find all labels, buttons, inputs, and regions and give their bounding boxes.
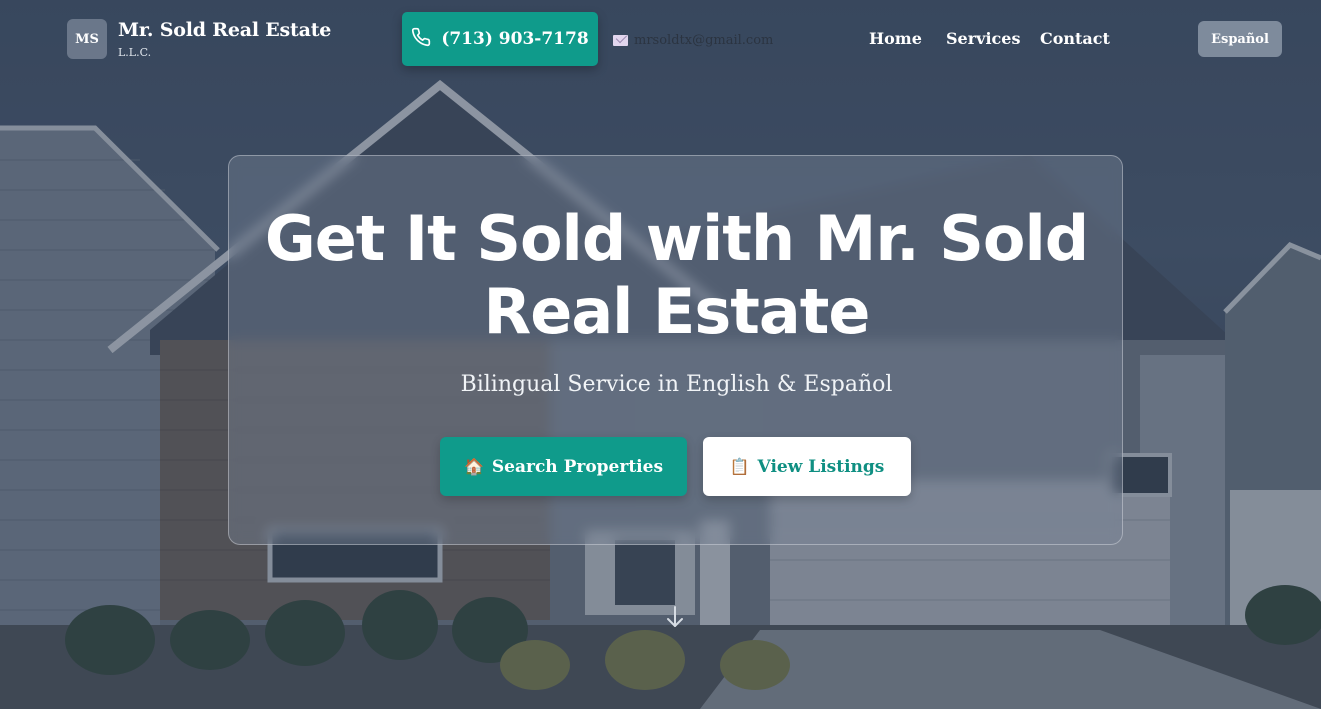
house-icon: 🏠	[463, 457, 484, 476]
logo-badge[interactable]: MS	[67, 19, 107, 59]
brand-subtitle: L.L.C.	[118, 46, 152, 59]
phone-number: (713) 903-7178	[441, 29, 589, 49]
search-properties-button[interactable]: 🏠 Search Properties	[440, 437, 687, 496]
phone-button[interactable]: (713) 903-7178	[402, 12, 598, 66]
view-listings-label: View Listings	[757, 456, 885, 477]
clipboard-icon: 📋	[729, 457, 750, 476]
hero-subtitle: Bilingual Service in English & Español	[460, 372, 893, 397]
phone-icon	[411, 27, 431, 51]
email-address: mrsoldtx@gmail.com	[634, 32, 774, 48]
envelope-icon	[613, 34, 628, 46]
nav-services[interactable]: Services	[946, 29, 1020, 48]
email-link[interactable]: mrsoldtx@gmail.com	[613, 31, 773, 49]
view-listings-button[interactable]: 📋 View Listings	[703, 437, 911, 496]
site-header: MS Mr. Sold Real Estate L.L.C. (713) 903…	[0, 0, 1321, 80]
hero-title: Get It Sold with Mr. Sold Real Estate	[264, 202, 1089, 348]
hero-card: Get It Sold with Mr. Sold Real Estate Bi…	[228, 155, 1123, 545]
nav-contact[interactable]: Contact	[1040, 29, 1110, 48]
nav-home[interactable]: Home	[869, 29, 922, 48]
brand-name[interactable]: Mr. Sold Real Estate	[118, 19, 331, 41]
arrow-down-icon[interactable]	[665, 605, 685, 629]
search-properties-label: Search Properties	[491, 456, 664, 477]
language-toggle-button[interactable]: Español	[1198, 21, 1282, 57]
